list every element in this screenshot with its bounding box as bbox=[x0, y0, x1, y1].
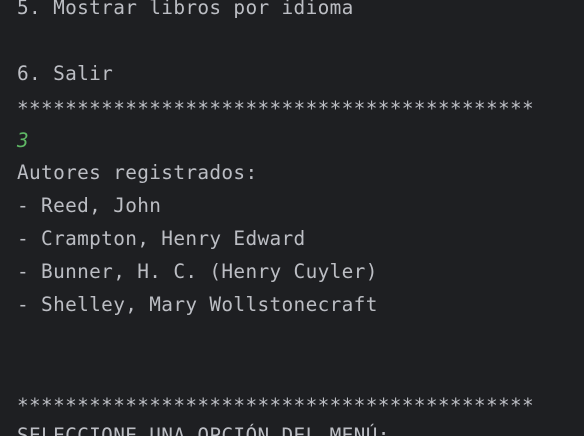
author-line: - Bunner, H. C. (Henry Cuyler) bbox=[17, 260, 378, 283]
author-line: - Crampton, Henry Edward bbox=[17, 227, 306, 250]
separator-line: ****************************************… bbox=[17, 97, 535, 120]
menu-option-5: 5. Mostrar libros por idioma bbox=[17, 0, 354, 19]
console-output[interactable]: 5. Mostrar libros por idioma 6. Salir **… bbox=[0, 0, 584, 436]
menu-prompt: SELECCIONE UNA OPCIÓN DEL MENÚ: bbox=[17, 424, 390, 436]
user-input-echo: 3 bbox=[17, 129, 30, 152]
author-line: - Shelley, Mary Wollstonecraft bbox=[17, 293, 378, 316]
authors-heading: Autores registrados: bbox=[17, 161, 258, 184]
separator-line: ****************************************… bbox=[17, 394, 535, 417]
menu-option-6: 6. Salir bbox=[17, 62, 114, 85]
author-line: - Reed, John bbox=[17, 194, 162, 217]
